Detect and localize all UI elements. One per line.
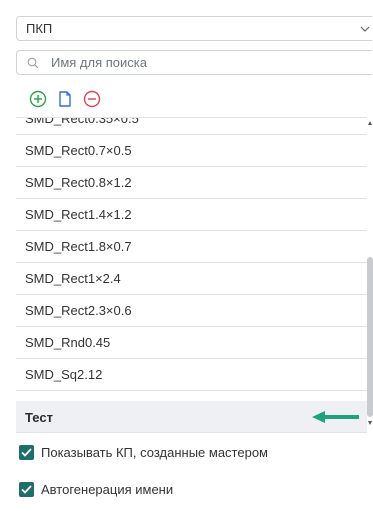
add-button[interactable]: [28, 89, 48, 109]
auto-name-option[interactable]: Автогенерация имени: [19, 482, 173, 497]
list-item[interactable]: SMD_Rect0.8×1.2: [16, 167, 367, 199]
arrow-left-icon: [312, 411, 359, 423]
list-item[interactable]: SMD_Rect0.7×0.5: [16, 135, 367, 167]
list-item-label: SMD_Rnd0.45: [25, 335, 111, 350]
copy-button[interactable]: [55, 89, 75, 109]
list-item-selected[interactable]: Тест: [16, 401, 367, 432]
show-wizard-pads-option[interactable]: Показывать КП, созданные мастером: [19, 445, 268, 460]
show-wizard-pads-checkbox[interactable]: [19, 445, 34, 460]
auto-name-checkbox[interactable]: [19, 482, 34, 497]
remove-button[interactable]: [82, 89, 102, 109]
list-item-label: SMD_Rect2.3×0.6: [25, 303, 132, 318]
list-item-label: SMD_Rect1.4×1.2: [25, 207, 132, 222]
scroll-down-arrow-icon[interactable]: [368, 421, 372, 425]
list-item[interactable]: SMD_Rect0.35×0.5: [16, 117, 367, 135]
search-field[interactable]: [16, 50, 372, 75]
list-item[interactable]: SMD_Sq2.12: [16, 359, 367, 391]
list-item-label: SMD_Rect0.35×0.5: [25, 117, 139, 126]
toolbar: [28, 89, 109, 109]
copy-document-icon: [59, 91, 71, 107]
list-item[interactable]: SMD_Rect1.4×1.2: [16, 199, 367, 231]
auto-name-label: Автогенерация имени: [41, 482, 174, 497]
list-item[interactable]: SMD_Rect2.3×0.6: [16, 295, 367, 327]
remove-circle-icon: [83, 90, 101, 108]
list-scrollbar[interactable]: [367, 117, 373, 431]
library-dropdown[interactable]: ПКП: [16, 16, 372, 41]
list-item[interactable]: SMD_Rect1×2.4: [16, 263, 367, 295]
list-item-label: SMD_Rect1×2.4: [25, 271, 121, 286]
list-item-label: SMD_Rect0.7×0.5: [25, 143, 132, 158]
search-input[interactable]: [51, 55, 372, 70]
show-wizard-pads-label: Показывать КП, созданные мастером: [41, 445, 268, 460]
list-item[interactable]: SMD_Rect1.8×0.7: [16, 231, 367, 263]
list-item[interactable]: SMD_Rnd0.45: [16, 327, 367, 359]
pad-list[interactable]: SMD_Rect0.35×0.5 SMD_Rect0.7×0.5 SMD_Rec…: [16, 117, 367, 433]
checkmark-icon: [21, 485, 32, 494]
checkmark-icon: [21, 448, 32, 457]
list-item-label: Тест: [25, 409, 53, 425]
search-icon: [27, 57, 39, 68]
list-item-label: SMD_Rect1.8×0.7: [25, 239, 132, 254]
scrollbar-thumb[interactable]: [367, 257, 373, 417]
list-item-label: SMD_Rect0.8×1.2: [25, 175, 132, 190]
list-item-label: SMD_Sq2.12: [25, 367, 103, 382]
library-dropdown-value: ПКП: [26, 21, 53, 36]
chevron-down-icon[interactable]: [360, 24, 370, 34]
add-circle-icon: [29, 90, 47, 108]
scroll-up-arrow-icon[interactable]: [368, 121, 372, 125]
